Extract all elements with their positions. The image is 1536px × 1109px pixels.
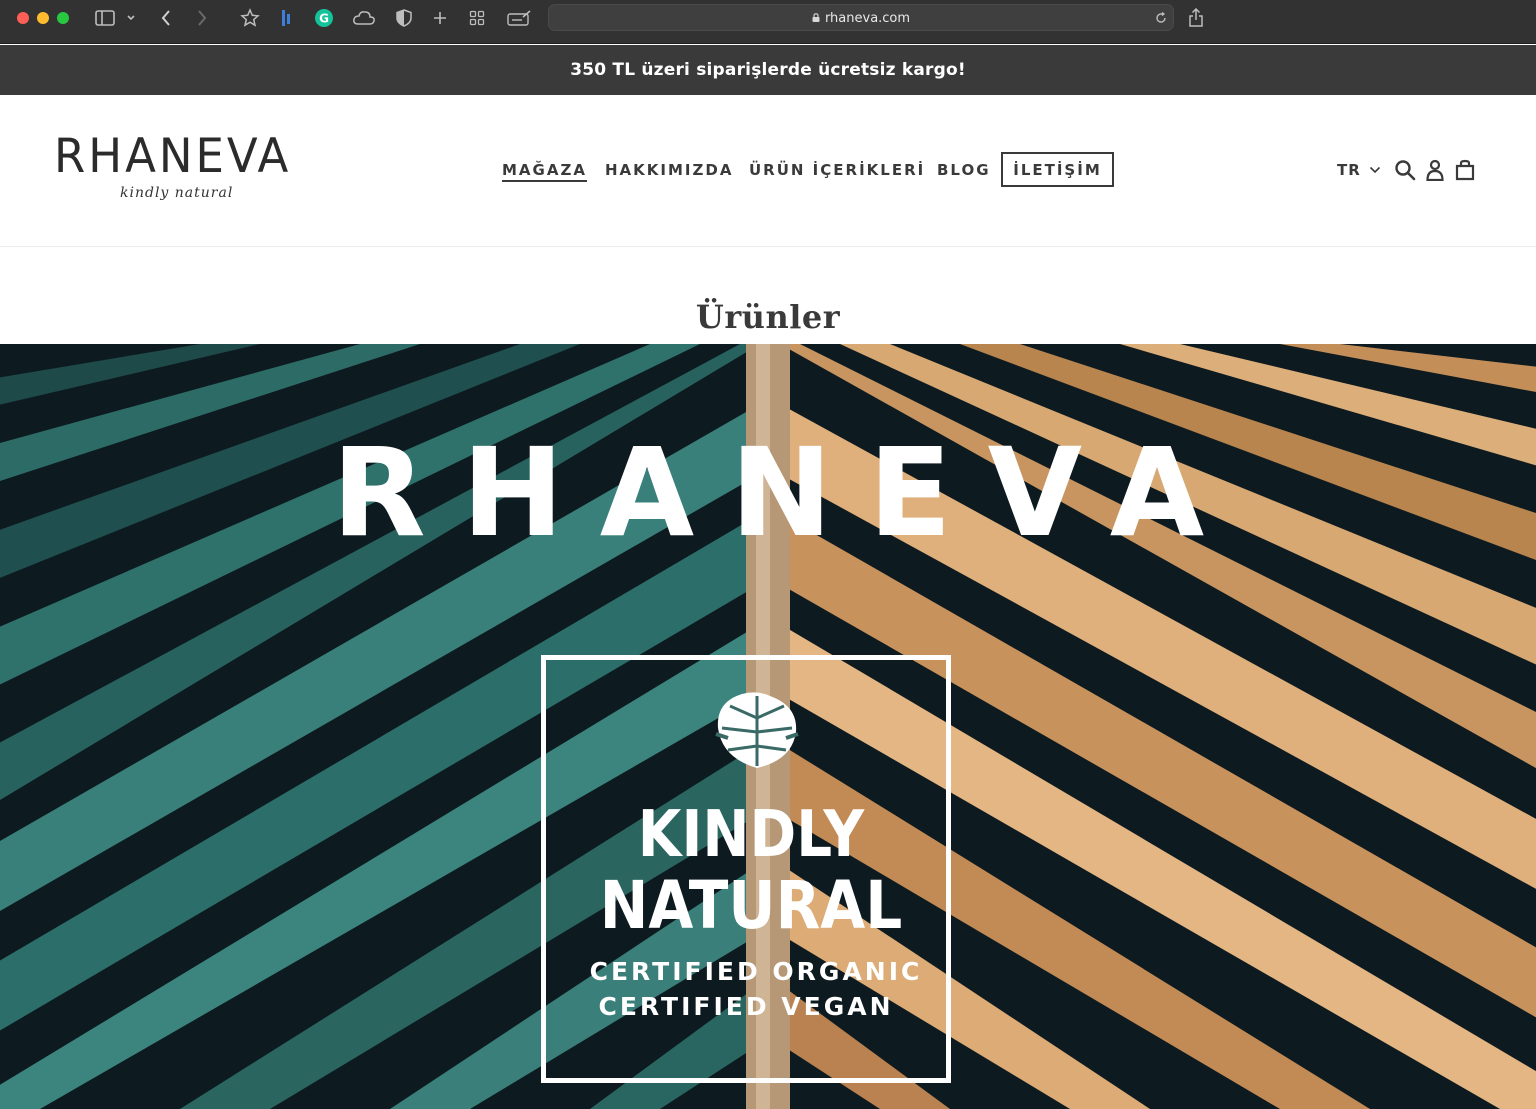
announcement-bar: 350 TL üzeri siparişlerde ücretsiz kargo… (0, 45, 1536, 95)
chevron-down-icon (1369, 166, 1380, 174)
reader-icon[interactable] (506, 6, 532, 30)
lock-icon (812, 13, 820, 22)
site-logo[interactable]: RHANEVA kindly natural (54, 131, 304, 211)
extension-icon[interactable] (278, 6, 296, 30)
chevron-down-icon[interactable] (124, 6, 138, 30)
close-window-button[interactable] (17, 12, 29, 24)
language-label: TR (1337, 161, 1361, 179)
language-selector[interactable]: TR (1337, 161, 1381, 179)
nav-item-hakkimizda[interactable]: HAKKIMIZDA (605, 161, 733, 179)
logo-wordmark: RHANEVA (54, 128, 292, 184)
logo-tagline: kindly natural (120, 185, 234, 201)
nav-item-iletisim[interactable]: İLETİŞİM (1001, 152, 1114, 187)
hero-certified-organic: CERTIFIED ORGANIC (589, 957, 923, 986)
browser-toolbar: G rhaneva.com (0, 0, 1536, 44)
zoom-window-button[interactable] (57, 12, 69, 24)
new-tab-icon[interactable] (430, 6, 450, 30)
tab-overview-icon[interactable] (467, 6, 487, 30)
site-header: RHANEVA kindly natural MAĞAZA HAKKIMIZDA… (0, 95, 1536, 247)
announcement-text: 350 TL üzeri siparişlerde ücretsiz kargo… (570, 60, 966, 80)
url-text: rhaneva.com (824, 11, 911, 26)
page-title: Ürünler (695, 298, 841, 336)
nav-item-urun-icerikleri[interactable]: ÜRÜN İÇERİKLERİ (749, 161, 925, 179)
nav-item-iletisim-label: İLETİŞİM (1013, 160, 1102, 179)
grammarly-icon[interactable]: G (313, 6, 335, 30)
hero-natural-text: NATURAL (599, 867, 903, 944)
forward-icon[interactable] (192, 6, 212, 30)
account-icon[interactable] (1424, 159, 1446, 182)
nav-item-magaza[interactable]: MAĞAZA (502, 161, 587, 182)
bookmark-star-icon[interactable] (238, 6, 262, 30)
cart-icon[interactable] (1454, 159, 1476, 181)
monstera-leaf-icon (715, 692, 799, 768)
shield-icon[interactable] (394, 6, 414, 30)
reload-icon[interactable] (1153, 9, 1169, 27)
minimize-window-button[interactable] (37, 12, 49, 24)
sidebar-icon[interactable] (94, 6, 116, 30)
back-icon[interactable] (156, 6, 176, 30)
share-icon[interactable] (1186, 6, 1206, 30)
svg-text:G: G (319, 12, 329, 26)
hero-certified-vegan: CERTIFIED VEGAN (598, 992, 894, 1021)
hero-brand-text: RHANEVA (331, 422, 1241, 564)
cloud-icon[interactable] (351, 6, 377, 30)
address-bar[interactable]: rhaneva.com (548, 4, 1174, 31)
hero-banner[interactable]: RHANEVA KINDLY NATURAL CERTIFIED ORGANIC… (0, 344, 1536, 1109)
hero-kindly-text: KINDLY (637, 798, 865, 872)
nav-item-blog[interactable]: BLOG (937, 161, 991, 179)
search-icon[interactable] (1394, 159, 1416, 181)
